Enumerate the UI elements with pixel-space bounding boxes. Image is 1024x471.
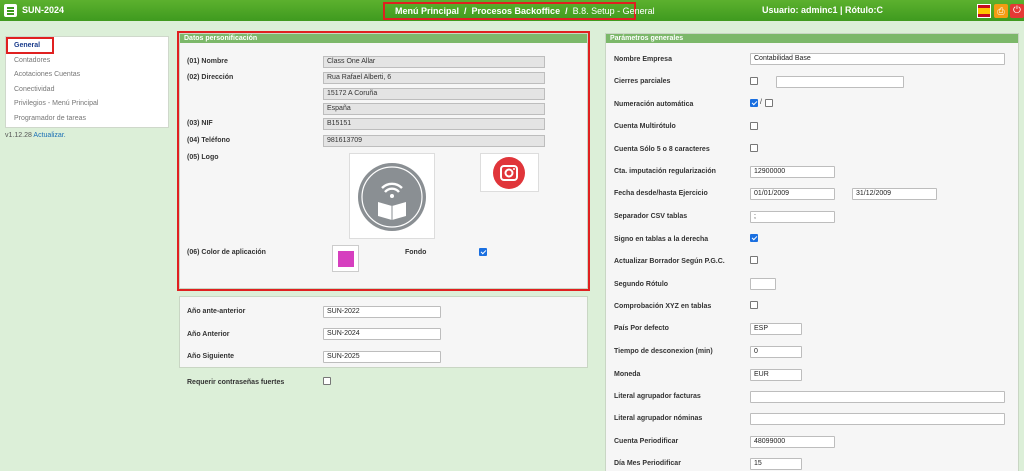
moneda-label: Moneda [614,371,641,378]
signo-checkbox[interactable] [750,234,758,242]
cierres-checkbox[interactable] [750,77,758,85]
direccion-label: (02) Dirección [187,74,234,81]
cuenta-periodificar-label: Cuenta Periodificar [614,438,679,445]
numeracion-checkbox-1[interactable] [750,99,758,107]
color-swatch-fill [338,251,354,267]
direccion-line1: Rua Rafael Alberti, 6 [323,72,545,84]
fecha-desde-input[interactable]: 01/01/2009 [750,188,835,200]
literal-facturas-label: Literal agrupador facturas [614,393,701,400]
power-icon[interactable]: ⏻ [1010,4,1024,18]
xyz-checkbox[interactable] [750,301,758,309]
top-bar: SUN-2024 Menú Principal / Procesos Backoff… [0,0,1024,21]
sidebar-item-privilegios[interactable]: Privilegios - Menú Principal [14,100,98,107]
direccion-line2: 15172 A Coruña [323,88,545,100]
fondo-checkbox[interactable] [479,248,487,256]
nombre-field: Class One Allar [323,56,545,68]
ano-ante-anterior-label: Año ante-anterior [187,308,246,315]
literal-facturas-input[interactable] [750,391,1005,403]
parametros-panel: Parámetros generales [605,33,1019,471]
dia-mes-label: Día Mes Periodificar [614,460,681,467]
sidebar-item-programador[interactable]: Programador de tareas [14,115,86,122]
cuenta-periodificar-input[interactable]: 48099000 [750,436,835,448]
nombre-empresa-label: Nombre Empresa [614,56,672,63]
app-title: SUN-2024 [22,5,65,15]
pais-label: País Por defecto [614,325,669,332]
ano-ante-anterior-input[interactable]: SUN-2022 [323,306,441,318]
sidebar-item-acotaciones[interactable]: Acotaciones Cuentas [14,71,80,78]
fondo-label: Fondo [405,249,427,256]
borrador-checkbox[interactable] [750,256,758,264]
telefono-label: (04) Teléfono [187,137,231,144]
printer-icon[interactable]: ⎙ [994,4,1008,18]
separador-label: Separador CSV tablas [614,213,688,220]
multirotulo-checkbox[interactable] [750,122,758,130]
ano-anterior-input[interactable]: SUN-2024 [323,328,441,340]
numeracion-checkbox-2[interactable] [765,99,773,107]
nif-field: B15151 [323,118,545,130]
breadcrumb-current: B.8. Setup - General [572,6,655,16]
nif-label: (03) NIF [187,120,213,127]
pais-input[interactable]: ESP [750,323,802,335]
user-info: Usuario: adminc1 | Rótulo:C [762,5,884,15]
sidebar-item-conectividad[interactable]: Conectividad [14,86,54,93]
nombre-label: (01) Nombre [187,58,228,65]
cta-imputacion-label: Cta. imputación regularización [614,168,716,175]
tiempo-label: Tiempo de desconexion (min) [614,348,713,355]
version-number: v1.12.28 [5,132,32,139]
cuenta58-checkbox[interactable] [750,144,758,152]
cierres-input[interactable] [776,76,904,88]
tiempo-input[interactable]: 0 [750,346,802,358]
version-info: v1.12.28 Actualizar. [5,132,66,139]
camera-icon [493,157,525,189]
segundo-rotulo-input[interactable] [750,278,776,290]
color-picker[interactable] [332,245,359,272]
direccion-line3: España [323,103,545,115]
cta-imputacion-input[interactable]: 12900000 [750,166,835,178]
ano-siguiente-label: Año Siguiente [187,353,235,360]
breadcrumb-menu-principal[interactable]: Menú Principal [395,6,459,16]
signo-label: Signo en tablas a la derecha [614,236,709,243]
numeracion-separator: / [760,99,762,106]
update-link[interactable]: Actualizar. [33,132,65,139]
dia-mes-input[interactable]: 15 [750,458,802,470]
telefono-field: 981613709 [323,135,545,147]
hamburger-menu-icon[interactable] [4,4,17,17]
fecha-hasta-input[interactable]: 31/12/2009 [852,188,937,200]
literal-nominas-input[interactable] [750,413,1005,425]
strong-password-label: Requerir contraseñas fuertes [187,379,285,386]
breadcrumb: Menú Principal / Procesos Backoffice / B.8. … [383,2,655,20]
company-logo[interactable] [349,153,435,239]
nombre-empresa-input[interactable]: Contabilidad Base [750,53,1005,65]
spain-flag-icon[interactable] [977,4,991,18]
separador-input[interactable]: ; [750,211,835,223]
segundo-rotulo-label: Segundo Rótulo [614,281,669,288]
ano-anterior-label: Año Anterior [187,331,230,338]
strong-password-checkbox[interactable] [323,377,331,385]
instagram-logo[interactable] [480,153,539,192]
logo-label: (05) Logo [187,154,219,161]
parametros-header: Parámetros generales [606,34,1018,43]
color-label: (06) Color de aplicación [187,249,266,256]
borrador-label: Actualizar Borrador Según P.G.C. [614,258,725,265]
xyz-label: Comprobación XYZ en tablas [614,303,712,310]
sidebar-active-highlight [6,37,54,54]
literal-nominas-label: Literal agrupador nóminas [614,415,703,422]
fecha-label: Fecha desde/hasta Ejercicio [614,190,708,197]
breadcrumb-backoffice[interactable]: Procesos Backoffice [472,6,561,16]
ano-siguiente-input[interactable]: SUN-2025 [323,351,441,363]
cierres-label: Cierres parciales [614,78,671,85]
numeracion-label: Numeración automática [614,101,694,108]
moneda-input[interactable]: EUR [750,369,802,381]
multirotulo-label: Cuenta Multirótulo [614,123,676,130]
book-wifi-logo-icon [358,163,426,231]
cuenta58-label: Cuenta Sólo 5 o 8 caracteres [614,146,710,153]
sidebar-item-contadores[interactable]: Contadores [14,57,50,64]
